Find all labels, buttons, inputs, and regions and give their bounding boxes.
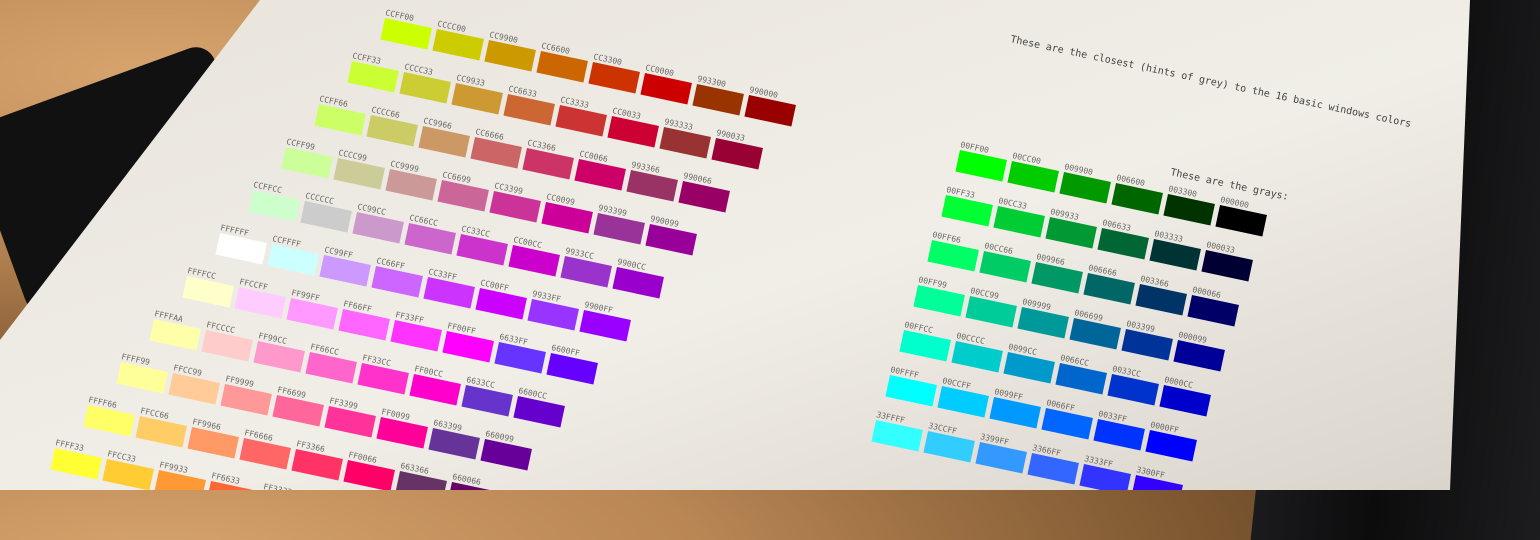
color-chart-paper: CCFF00CCCC00CC9900CC6600CC3300CC00009933… [0, 0, 1470, 490]
photo-scene: CCFF00 CCCC00 CC9900 CC6600 CC3300 CC0000 9933… [0, 0, 1540, 540]
